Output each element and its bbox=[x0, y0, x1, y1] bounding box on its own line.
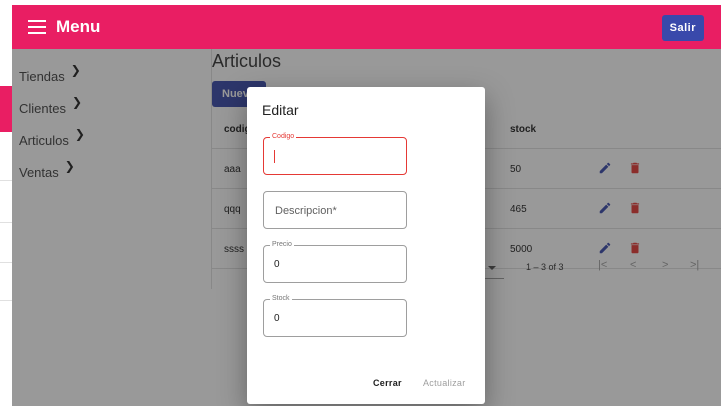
menu-button[interactable]: Menu bbox=[28, 17, 100, 37]
precio-label: Precio bbox=[270, 241, 294, 249]
stock-field[interactable]: Stock 0 bbox=[263, 295, 407, 337]
divider bbox=[0, 180, 12, 181]
codigo-field[interactable]: Codigo bbox=[263, 133, 407, 175]
edit-dialog: Editar Codigo Descripcion* Precio 0 Stoc… bbox=[247, 87, 485, 404]
update-button[interactable]: Actualizar bbox=[423, 378, 466, 388]
divider bbox=[0, 222, 12, 223]
dialog-title: Editar bbox=[262, 102, 299, 118]
logout-button[interactable]: Salir bbox=[661, 15, 704, 41]
divider bbox=[0, 262, 12, 263]
precio-value: 0 bbox=[274, 259, 280, 270]
stock-value: 0 bbox=[274, 313, 280, 324]
divider bbox=[0, 300, 12, 301]
descripcion-field[interactable]: Descripcion* bbox=[263, 191, 407, 229]
codigo-label: Codigo bbox=[270, 133, 297, 141]
menu-icon bbox=[28, 20, 46, 34]
text-caret bbox=[274, 150, 275, 163]
descripcion-placeholder: Descripcion* bbox=[275, 205, 337, 217]
stock-label: Stock bbox=[270, 295, 292, 303]
page-edge bbox=[0, 0, 12, 406]
side-tab bbox=[0, 86, 12, 132]
app-bar: Menu Salir bbox=[12, 5, 721, 49]
precio-field[interactable]: Precio 0 bbox=[263, 241, 407, 283]
menu-title: Menu bbox=[56, 17, 101, 36]
close-button[interactable]: Cerrar bbox=[373, 378, 402, 388]
